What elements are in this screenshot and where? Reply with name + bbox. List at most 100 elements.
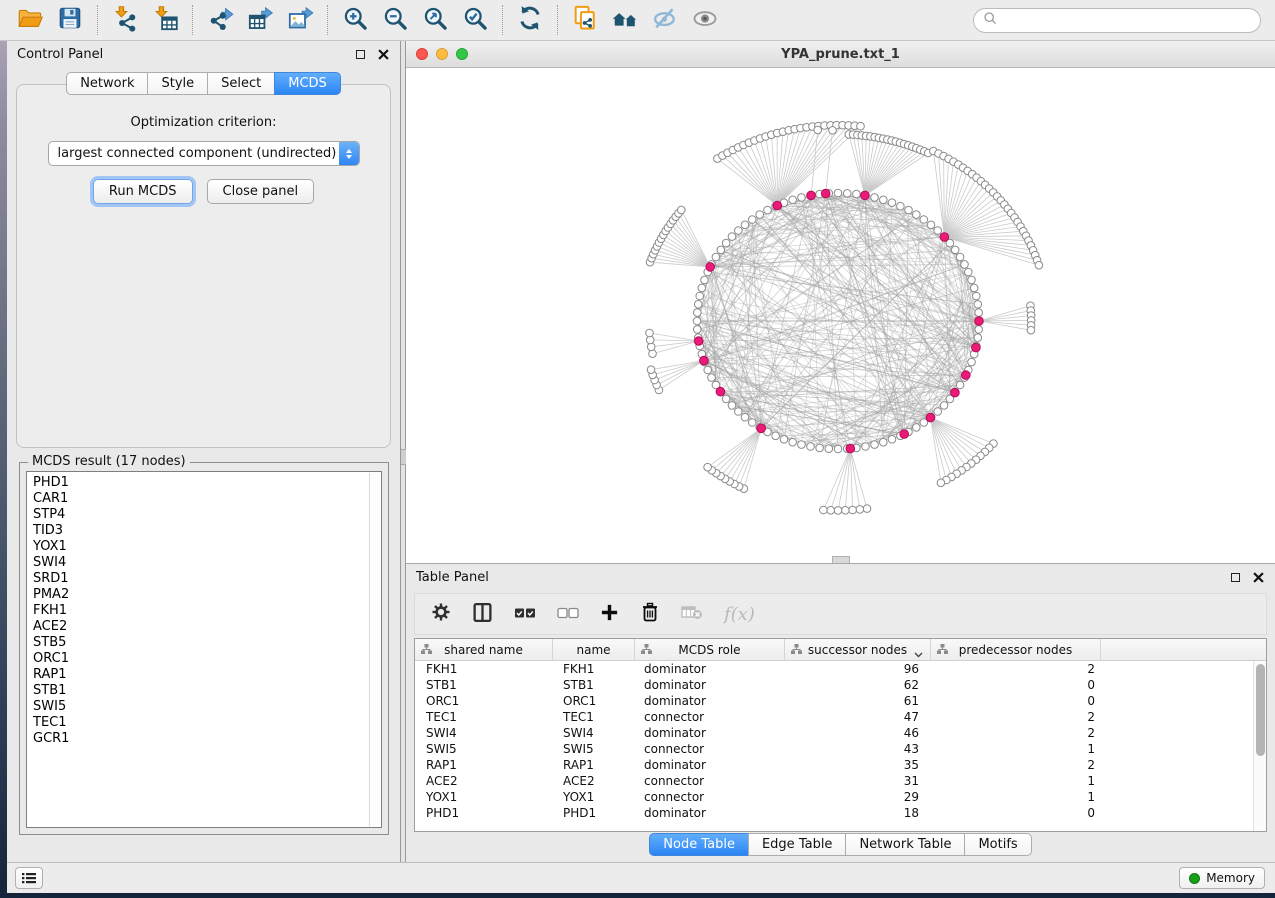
tab-node-table[interactable]: Node Table bbox=[649, 833, 749, 856]
tab-network-table[interactable]: Network Table bbox=[845, 833, 965, 856]
new-network-from-selection-button[interactable] bbox=[565, 3, 605, 37]
table-row[interactable]: YOX1YOX1connector291 bbox=[415, 789, 1266, 805]
table-row[interactable]: SWI4SWI4dominator462 bbox=[415, 725, 1266, 741]
export-network-button[interactable] bbox=[200, 3, 240, 37]
table-row[interactable]: TEC1TEC1connector472 bbox=[415, 709, 1266, 725]
mcds-result-item[interactable]: YOX1 bbox=[33, 539, 367, 555]
float-panel-button[interactable] bbox=[353, 47, 367, 61]
column-header-shared-name[interactable]: shared name bbox=[415, 639, 553, 660]
scrollbar-thumb[interactable] bbox=[1256, 664, 1265, 756]
maximize-window-icon[interactable] bbox=[456, 48, 468, 60]
close-panel-button[interactable] bbox=[376, 47, 390, 61]
mcds-result-item[interactable]: SWI5 bbox=[33, 699, 367, 715]
close-panel-button-mcds[interactable]: Close panel bbox=[207, 179, 315, 204]
deselect-all-button[interactable] bbox=[557, 605, 579, 624]
memory-button[interactable]: Memory bbox=[1179, 867, 1265, 889]
table-scrollbar[interactable] bbox=[1253, 661, 1266, 831]
task-monitor-button[interactable] bbox=[15, 867, 43, 889]
mcds-result-item[interactable]: PHD1 bbox=[33, 475, 367, 491]
network-view-window: YPA_prune.txt_1 bbox=[406, 41, 1275, 563]
table-row[interactable]: ORC1ORC1dominator610 bbox=[415, 693, 1266, 709]
import-table-button[interactable] bbox=[145, 3, 185, 37]
select-all-button[interactable] bbox=[514, 605, 536, 624]
horizontal-splitter-handle[interactable] bbox=[832, 556, 850, 563]
show-column-button[interactable] bbox=[472, 602, 493, 627]
create-column-button[interactable] bbox=[600, 603, 619, 626]
table-cell: 47 bbox=[785, 710, 931, 724]
tab-network[interactable]: Network bbox=[66, 72, 148, 95]
network-window-titlebar[interactable]: YPA_prune.txt_1 bbox=[406, 41, 1275, 68]
close-table-panel-button[interactable] bbox=[1251, 570, 1265, 584]
table-row[interactable]: PHD1PHD1dominator180 bbox=[415, 805, 1266, 821]
table-cell: ORC1 bbox=[415, 694, 553, 708]
column-namespace-icon bbox=[641, 644, 652, 658]
apply-layout-button[interactable] bbox=[510, 3, 550, 37]
mcds-result-item[interactable]: SWI4 bbox=[33, 555, 367, 571]
mcds-result-item[interactable]: TEC1 bbox=[33, 715, 367, 731]
column-header-successor-nodes[interactable]: successor nodes bbox=[785, 639, 931, 660]
zoom-out-button[interactable] bbox=[375, 3, 415, 37]
table-cell: PHD1 bbox=[553, 806, 635, 820]
mcds-result-item[interactable]: ORC1 bbox=[33, 651, 367, 667]
tab-mcds[interactable]: MCDS bbox=[274, 72, 341, 95]
list-scrollbar-track[interactable] bbox=[369, 473, 380, 826]
table-row[interactable]: STB1STB1dominator620 bbox=[415, 677, 1266, 693]
tab-edge-table[interactable]: Edge Table bbox=[748, 833, 846, 856]
zoom-in-button[interactable] bbox=[335, 3, 375, 37]
save-session-button[interactable] bbox=[50, 3, 90, 37]
search-input[interactable] bbox=[1004, 13, 1252, 28]
mcds-result-item[interactable]: RAP1 bbox=[33, 667, 367, 683]
mcds-result-item[interactable]: PMA2 bbox=[33, 587, 367, 603]
duplicate-pages-icon bbox=[571, 4, 599, 36]
table-row[interactable]: RAP1RAP1dominator352 bbox=[415, 757, 1266, 773]
hide-selected-button[interactable] bbox=[645, 3, 685, 37]
mcds-result-list[interactable]: PHD1CAR1STP4TID3YOX1SWI4SRD1PMA2FKH1ACE2… bbox=[26, 471, 382, 828]
table-row[interactable]: SWI5SWI5connector431 bbox=[415, 741, 1266, 757]
export-image-button[interactable] bbox=[280, 3, 320, 37]
tab-style[interactable]: Style bbox=[147, 72, 208, 95]
status-bar: Memory bbox=[7, 862, 1275, 893]
show-all-button[interactable] bbox=[685, 3, 725, 37]
column-header-name[interactable]: name bbox=[553, 639, 635, 660]
tab-motifs[interactable]: Motifs bbox=[964, 833, 1031, 856]
save-floppy-icon bbox=[57, 5, 83, 35]
mcds-result-item[interactable]: TID3 bbox=[33, 523, 367, 539]
zoom-selected-button[interactable] bbox=[455, 3, 495, 37]
table-cell: SWI4 bbox=[415, 726, 553, 740]
mcds-result-item[interactable]: STB5 bbox=[33, 635, 367, 651]
mcds-result-item[interactable]: CAR1 bbox=[33, 491, 367, 507]
table-row[interactable]: ACE2ACE2connector311 bbox=[415, 773, 1266, 789]
close-icon bbox=[378, 49, 389, 60]
open-file-button[interactable] bbox=[10, 3, 50, 37]
optimization-criterion-select[interactable]: largest connected component (undirected) bbox=[48, 141, 360, 166]
zoom-fit-button[interactable] bbox=[415, 3, 455, 37]
mcds-result-item[interactable]: STP4 bbox=[33, 507, 367, 523]
table-panel-title: Table Panel bbox=[416, 570, 489, 585]
search-box[interactable] bbox=[973, 8, 1261, 33]
table-cell: 0 bbox=[931, 694, 1101, 708]
column-header-MCDS-role[interactable]: MCDS role bbox=[635, 639, 785, 660]
table-cell: 29 bbox=[785, 790, 931, 804]
column-namespace-icon bbox=[421, 644, 432, 658]
network-canvas[interactable] bbox=[406, 68, 1275, 563]
delete-columns-button[interactable] bbox=[640, 602, 660, 626]
first-neighbors-button[interactable] bbox=[605, 3, 645, 37]
mcds-result-item[interactable]: ACE2 bbox=[33, 619, 367, 635]
float-table-panel-button[interactable] bbox=[1228, 570, 1242, 584]
mcds-result-item[interactable]: SRD1 bbox=[33, 571, 367, 587]
table-cell: TEC1 bbox=[415, 710, 553, 724]
mcds-result-item[interactable]: FKH1 bbox=[33, 603, 367, 619]
minimize-window-icon[interactable] bbox=[436, 48, 448, 60]
close-window-icon[interactable] bbox=[416, 48, 428, 60]
table-options-button[interactable] bbox=[431, 602, 451, 626]
network-graph[interactable] bbox=[406, 68, 1275, 563]
export-table-button[interactable] bbox=[240, 3, 280, 37]
run-mcds-button[interactable]: Run MCDS bbox=[93, 179, 193, 204]
import-network-button[interactable] bbox=[105, 3, 145, 37]
mcds-result-item[interactable]: GCR1 bbox=[33, 731, 367, 747]
column-header-predecessor-nodes[interactable]: predecessor nodes bbox=[931, 639, 1101, 660]
mcds-result-item[interactable]: STB1 bbox=[33, 683, 367, 699]
tab-select[interactable]: Select bbox=[207, 72, 275, 95]
table-row[interactable]: FKH1FKH1dominator962 bbox=[415, 661, 1266, 677]
mcds-tab-content: Optimization criterion: largest connecte… bbox=[16, 84, 391, 448]
